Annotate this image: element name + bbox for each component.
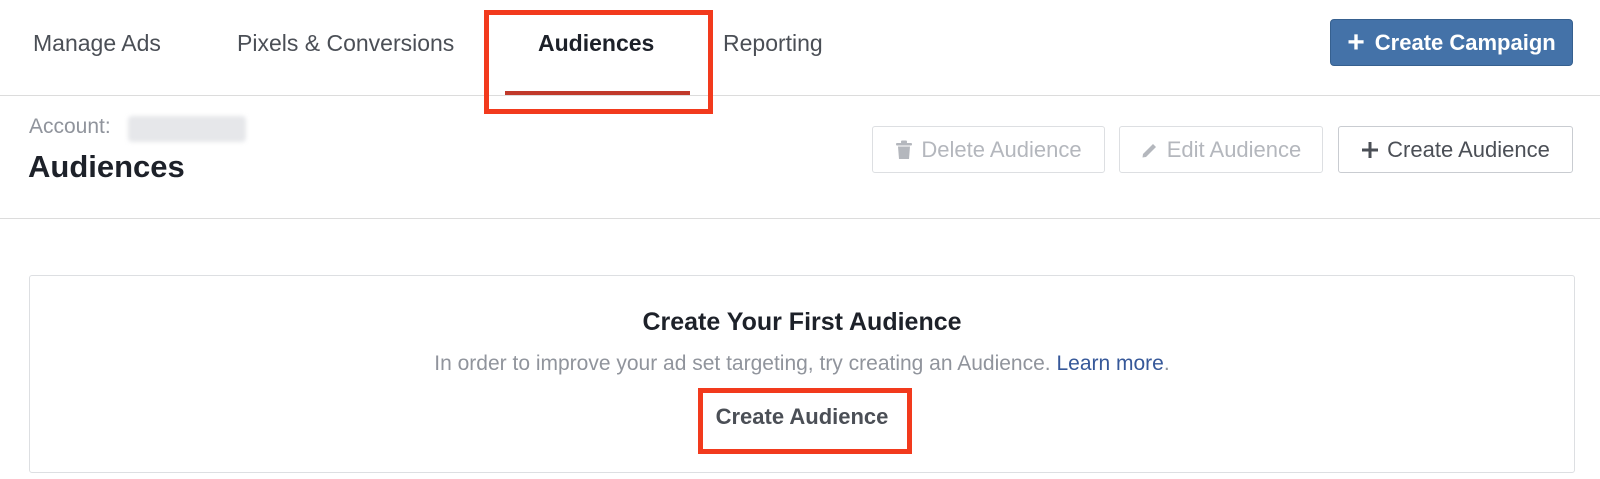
plus-icon (1361, 141, 1379, 159)
create-audience-link[interactable]: Create Audience (716, 404, 889, 429)
edit-audience-button[interactable]: Edit Audience (1119, 126, 1323, 173)
page-title: Audiences (28, 149, 185, 184)
empty-state-period: . (1163, 352, 1170, 375)
tab-reporting[interactable]: Reporting (723, 30, 823, 57)
delete-audience-button[interactable]: Delete Audience (872, 126, 1105, 173)
create-campaign-button[interactable]: + Create Campaign (1330, 19, 1573, 66)
tab-audiences[interactable]: Audiences (538, 30, 654, 57)
create-audience-button[interactable]: Create Audience (1338, 126, 1573, 173)
empty-state-title: Create Your First Audience (642, 308, 962, 336)
top-nav: Manage Ads Pixels & Conversions Audience… (0, 0, 1600, 96)
tab-pixels-conversions[interactable]: Pixels & Conversions (237, 30, 454, 57)
empty-state-text: In order to improve your ad set targetin… (434, 352, 1051, 375)
empty-state-card: Create Your First Audience In order to i… (29, 275, 1575, 473)
page-header: Account: Audiences Delete Audience Edit … (0, 97, 1600, 219)
trash-icon (895, 140, 913, 160)
learn-more-link[interactable]: Learn more (1056, 352, 1163, 375)
delete-audience-label: Delete Audience (921, 136, 1082, 162)
empty-state-description: In order to improve your ad set targetin… (30, 352, 1574, 376)
create-audience-label: Create Audience (1387, 136, 1550, 162)
plus-icon: + (1347, 25, 1365, 59)
create-campaign-label: Create Campaign (1374, 29, 1556, 55)
account-name-redacted (128, 116, 246, 142)
audiences-page: Manage Ads Pixels & Conversions Audience… (0, 0, 1600, 479)
pencil-icon (1141, 141, 1159, 159)
empty-state-cta: Create Audience (30, 404, 1574, 430)
active-tab-underline (505, 91, 690, 95)
tab-manage-ads[interactable]: Manage Ads (33, 30, 161, 57)
account-label: Account: (29, 115, 111, 138)
edit-audience-label: Edit Audience (1166, 136, 1302, 162)
